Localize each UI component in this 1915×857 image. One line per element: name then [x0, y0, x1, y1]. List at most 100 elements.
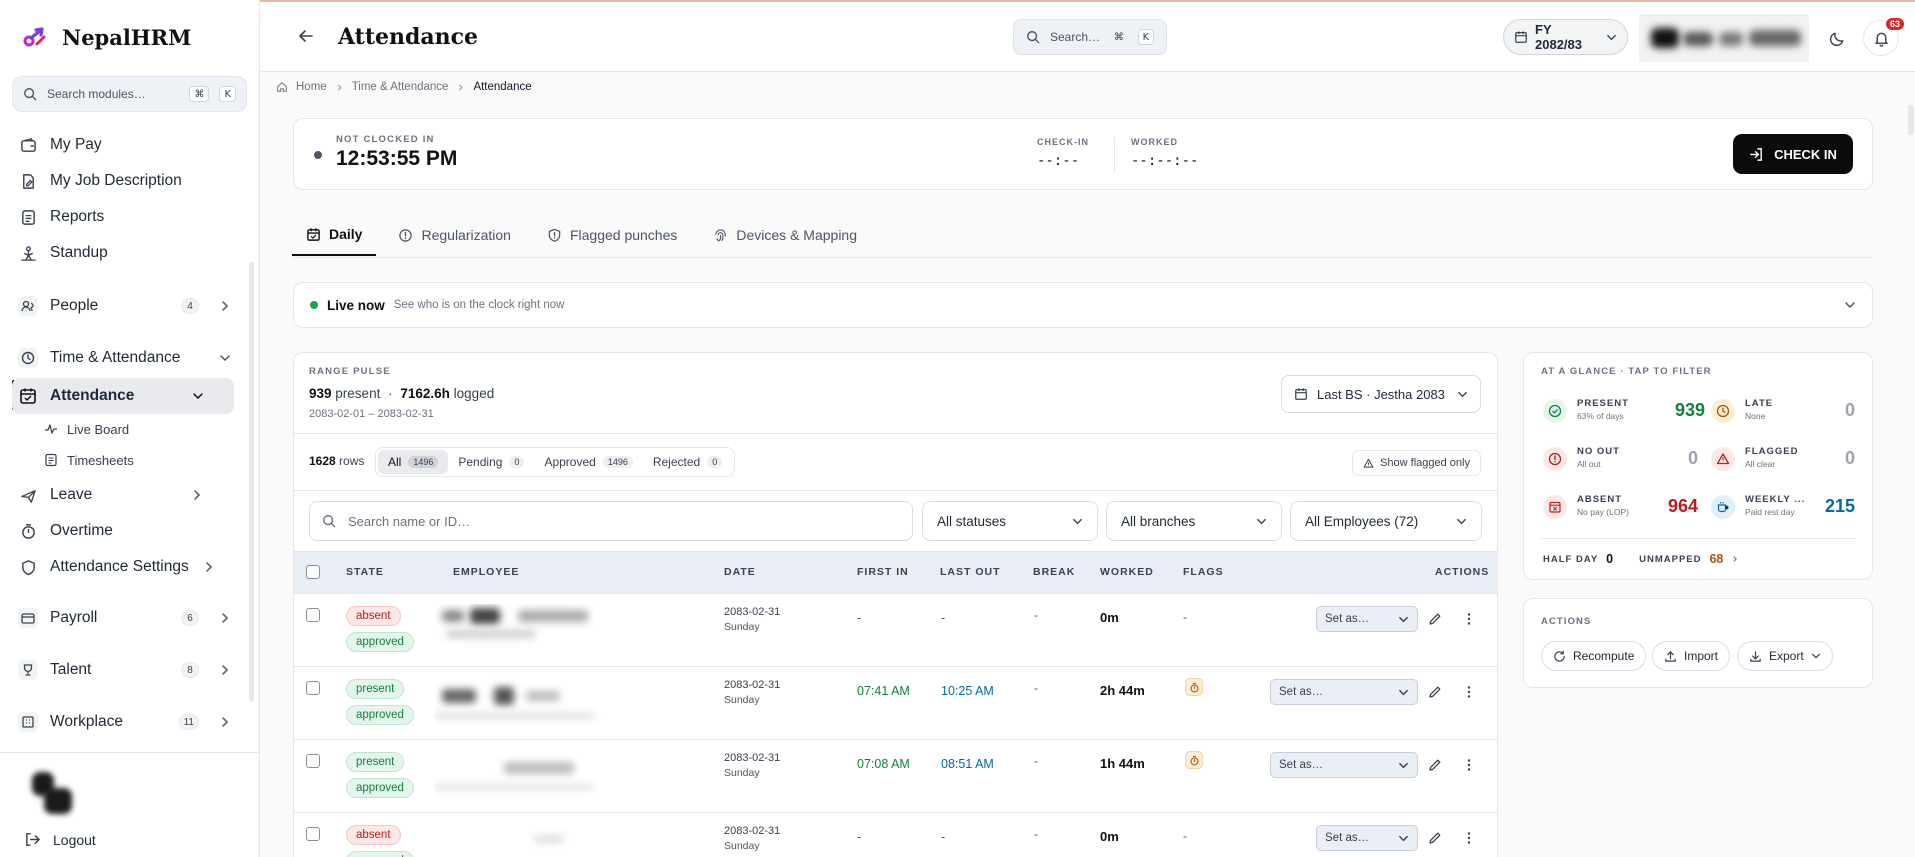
table-row[interactable]: absent approved 2083-02-31 Sunday - - - 0…: [294, 813, 1497, 857]
recompute-button[interactable]: Recompute: [1541, 641, 1647, 671]
export-button[interactable]: Export: [1737, 641, 1833, 671]
sidebar-item-people[interactable]: People 4: [18, 288, 233, 324]
sidebar-search-input[interactable]: Search modules… ⌘ K: [12, 76, 247, 112]
chevron-down-icon[interactable]: [1844, 299, 1856, 311]
global-search-input[interactable]: Search… ⌘ K: [1013, 19, 1167, 55]
col-date[interactable]: DATE: [724, 566, 756, 578]
checkin-value: --:--: [1037, 153, 1080, 169]
set-as-select[interactable]: Set as…: [1316, 825, 1418, 851]
table-row[interactable]: present approved 2083-02-31 Sunday 07:08 …: [294, 740, 1497, 813]
breadcrumb-time-attendance[interactable]: Time & Attendance: [352, 81, 449, 93]
sidebar-item-leave[interactable]: Leave: [18, 477, 233, 513]
tab-flagged-punches[interactable]: Flagged punches: [533, 214, 691, 256]
breadcrumb-home[interactable]: Home: [296, 81, 327, 93]
page-scrollbar[interactable]: [1908, 105, 1914, 135]
filter-rejected[interactable]: Rejected 0: [643, 450, 732, 474]
col-worked[interactable]: WORKED: [1100, 566, 1154, 578]
more-options-icon[interactable]: [1462, 758, 1476, 772]
sidebar-item-reports[interactable]: Reports: [18, 199, 233, 235]
sidebar-item-timesheets[interactable]: Timesheets: [44, 446, 234, 474]
col-state[interactable]: STATE: [346, 566, 384, 578]
more-options-icon[interactable]: [1462, 612, 1476, 626]
filter-pending[interactable]: Pending 0: [448, 450, 534, 474]
sidebar-item-live-board[interactable]: Live Board: [44, 415, 234, 443]
live-now-subtitle: See who is on the clock right now: [393, 299, 565, 311]
sidebar-item-time-attendance[interactable]: Time & Attendance: [18, 340, 233, 376]
employee-select[interactable]: All Employees (72): [1290, 501, 1482, 541]
filter-all[interactable]: All 1496: [378, 450, 449, 474]
employee-search-input[interactable]: Search name or ID…: [309, 501, 913, 541]
stat-flagged[interactable]: FLAGGED All clear 0: [1711, 442, 1855, 476]
period-select[interactable]: Last BS · Jestha 2083: [1281, 375, 1481, 413]
col-employee[interactable]: EMPLOYEE: [453, 566, 519, 578]
row-checkbox[interactable]: [306, 827, 320, 841]
stat-absent[interactable]: ABSENT No pay (LOP) 964: [1543, 490, 1698, 524]
stat-late[interactable]: LATE None 0: [1711, 394, 1855, 428]
set-as-select[interactable]: Set as…: [1316, 606, 1418, 632]
avatar[interactable]: [30, 770, 74, 820]
show-flagged-only-toggle[interactable]: Show flagged only: [1352, 450, 1481, 476]
check-in-button[interactable]: CHECK IN: [1733, 134, 1853, 174]
kbd-cmd: ⌘: [1113, 31, 1124, 43]
stat-weekly[interactable]: WEEKLY ... Paid rest day 215: [1711, 490, 1855, 524]
notifications-button[interactable]: 63: [1863, 18, 1904, 56]
unmapped-value[interactable]: 68: [1709, 552, 1723, 566]
sidebar-scrollbar[interactable]: [249, 262, 254, 702]
edit-icon[interactable]: [1428, 831, 1442, 845]
col-last-out[interactable]: LAST OUT: [940, 566, 1001, 578]
set-as-select[interactable]: Set as…: [1270, 679, 1418, 705]
user-profile-menu[interactable]: [1639, 14, 1809, 62]
select-all-checkbox[interactable]: [306, 565, 320, 579]
sidebar-item-my-pay[interactable]: My Pay: [18, 127, 233, 163]
chevron-right-icon: [219, 300, 231, 312]
present-word: present: [335, 386, 381, 401]
live-now-bar[interactable]: Live now See who is on the clock right n…: [293, 282, 1873, 328]
stat-present[interactable]: PRESENT 63% of days 939: [1543, 394, 1705, 428]
sidebar-item-payroll[interactable]: Payroll 6: [18, 600, 233, 636]
table-row[interactable]: absent approved 2083-02-31 Sunday - - - 0…: [294, 594, 1497, 667]
unmapped-label[interactable]: UNMAPPED: [1639, 554, 1701, 565]
back-arrow-icon[interactable]: [298, 28, 314, 44]
brand[interactable]: NepalHRM: [20, 22, 191, 52]
last-out-value: 10:25 AM: [941, 684, 994, 698]
stat-sub: None: [1745, 411, 1766, 421]
row-checkbox[interactable]: [306, 681, 320, 695]
coffee-icon: [1711, 495, 1735, 519]
edit-icon[interactable]: [1428, 758, 1442, 772]
chevron-down-icon: [1456, 516, 1467, 527]
logout-button[interactable]: Logout: [24, 831, 96, 848]
branch-select[interactable]: All branches: [1106, 501, 1282, 541]
status-select[interactable]: All statuses: [922, 501, 1098, 541]
sidebar-item-talent[interactable]: Talent 8: [18, 652, 233, 688]
chevron-right-icon[interactable]: [1731, 555, 1739, 563]
col-break[interactable]: BREAK: [1033, 566, 1075, 578]
col-first-in[interactable]: FIRST IN: [857, 566, 909, 578]
stat-label: PRESENT: [1577, 398, 1629, 409]
stat-no-out[interactable]: NO OUT All out 0: [1543, 442, 1698, 476]
refresh-icon: [1553, 650, 1566, 663]
sidebar-item-attendance-settings[interactable]: Attendance Settings: [18, 549, 233, 585]
stopwatch-icon[interactable]: [1185, 678, 1203, 696]
fiscal-year-select[interactable]: FY 2082/83: [1503, 19, 1628, 55]
table-row[interactable]: present approved 2083-02-31 Sunday 07:41 …: [294, 667, 1497, 740]
sidebar-item-attendance[interactable]: Attendance: [12, 378, 234, 414]
more-options-icon[interactable]: [1462, 685, 1476, 699]
row-checkbox[interactable]: [306, 754, 320, 768]
chevron-down-icon: [1398, 614, 1409, 625]
edit-icon[interactable]: [1428, 612, 1442, 626]
sidebar-item-my-job-description[interactable]: My Job Description: [18, 163, 233, 199]
more-options-icon[interactable]: [1462, 831, 1476, 845]
set-as-select[interactable]: Set as…: [1270, 752, 1418, 778]
sidebar-item-overtime[interactable]: Overtime: [18, 513, 233, 549]
sidebar-item-standup[interactable]: Standup: [18, 235, 233, 271]
tab-daily[interactable]: Daily: [292, 214, 377, 256]
row-checkbox[interactable]: [306, 608, 320, 622]
tab-devices-mapping[interactable]: Devices & Mapping: [699, 214, 871, 256]
tab-regularization[interactable]: Regularization: [384, 214, 525, 256]
import-button[interactable]: Import: [1652, 641, 1731, 671]
theme-toggle-button[interactable]: [1821, 22, 1853, 54]
filter-approved[interactable]: Approved 1496: [534, 450, 642, 474]
edit-icon[interactable]: [1428, 685, 1442, 699]
sidebar-item-workplace[interactable]: Workplace 11: [18, 704, 233, 740]
stopwatch-icon[interactable]: [1185, 751, 1203, 769]
